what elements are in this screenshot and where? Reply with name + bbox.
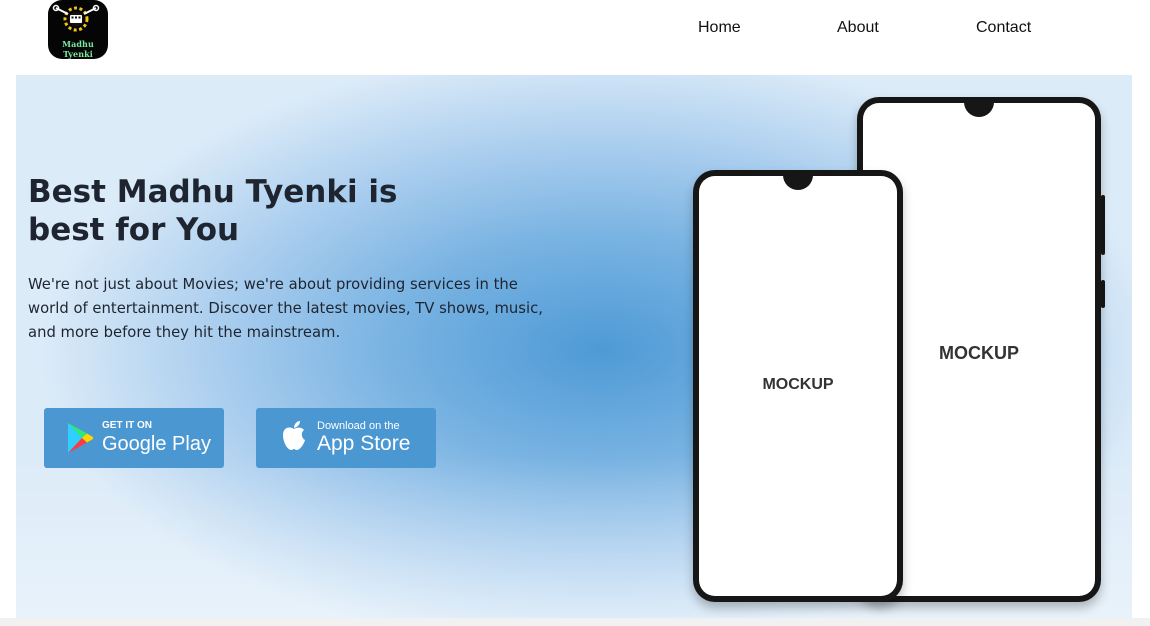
page-bottom-strip [0, 618, 1150, 626]
phone-notch [783, 175, 813, 190]
apple-icon [283, 421, 305, 450]
app-store-small-text: Download on the [317, 420, 400, 432]
hero-title-line2: best for You [28, 212, 240, 248]
hero-title: Best Madhu Tyenki is best for You [28, 173, 448, 249]
nav-about[interactable]: About [837, 19, 879, 37]
app-store-button[interactable]: Download on the App Store [256, 408, 436, 468]
google-play-small-text: GET IT ON [102, 420, 152, 431]
hero-section: Best Madhu Tyenki is best for You We're … [16, 75, 1132, 618]
phone-screen: MOCKUP [699, 175, 897, 596]
phone-side-button [1101, 280, 1105, 308]
nav-home[interactable]: Home [698, 19, 741, 37]
google-play-big-text: Google Play [102, 433, 211, 455]
gear-film-icon [52, 4, 100, 32]
logo-text: Madhu Tyenki [62, 39, 94, 59]
brand-logo[interactable]: Madhu Tyenki [48, 0, 108, 59]
phone-mockup-front: MOCKUP [693, 170, 903, 602]
nav-contact[interactable]: Contact [976, 19, 1031, 37]
app-store-big-text: App Store [317, 432, 411, 455]
mockup-label: MOCKUP [762, 376, 834, 393]
hero-title-line1: Best Madhu Tyenki is [28, 174, 398, 210]
google-play-button[interactable]: GET IT ON Google Play [44, 408, 224, 468]
hero-description: We're not just about Movies; we're about… [28, 276, 543, 341]
phone-side-button [1101, 195, 1105, 255]
navbar: Madhu Tyenki Home About Contact [0, 0, 1150, 74]
google-play-icon [68, 423, 93, 453]
phone-notch [964, 102, 994, 117]
